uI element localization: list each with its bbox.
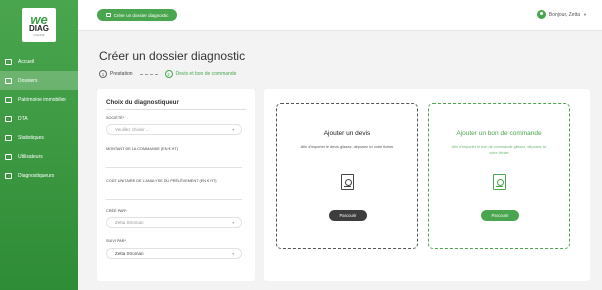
add-folder-icon [105, 13, 111, 17]
user-greeting: Bonjour, Zetta [548, 11, 581, 18]
document-icon [5, 115, 12, 122]
step-2-number: 2 [164, 70, 173, 78]
sidebar-item-accueil[interactable]: Accueil [0, 52, 78, 71]
sidebar-item-diagnostiqueurs[interactable]: Diagnostiqueurs [0, 166, 78, 185]
sidebar-item-dta[interactable]: DTA [0, 109, 78, 128]
sidebar: we DIAG ONLINE Accueil Dossiers Patrimoi… [0, 0, 78, 290]
sidebar-item-dossiers[interactable]: Dossiers [0, 71, 78, 90]
stats-icon [5, 134, 12, 141]
topbar: Créer un dossier diagnostic Bonjour, Zet… [78, 0, 602, 31]
montant-label: MONTANT DE LA COMMANDE (EN € HT) [106, 147, 179, 151]
chevron-down-icon: ▼ [231, 128, 235, 132]
bon-commande-browse-button[interactable]: Parcourir [481, 210, 519, 221]
societe-label: SOCIÉTÉ* [106, 116, 125, 120]
bon-commande-description: Afin d'importer le bon de commande gliss… [451, 145, 547, 155]
step-1-label[interactable]: Prestation [110, 71, 133, 77]
devis-title: Ajouter un devis [323, 130, 371, 137]
sidebar-item-label: Dossiers [18, 77, 38, 84]
chevron-down-icon: ▼ [231, 252, 235, 256]
logo-text-bottom: DIAG [29, 23, 49, 33]
users-icon [5, 153, 12, 160]
sidebar-item-label: Diagnostiqueurs [18, 172, 55, 179]
diagnostician-icon [5, 172, 12, 179]
cree-par-value: Zetta Stroman [115, 220, 144, 225]
avatar [536, 10, 546, 19]
chevron-down-icon: ▼ [231, 221, 235, 225]
wediag-logo[interactable]: we DIAG ONLINE [22, 8, 56, 42]
form-title: Choix du diagnostiqueur [106, 99, 179, 106]
document-upload-icon [493, 174, 506, 190]
societe-select[interactable]: Veuillez choisir ... ▼ [106, 124, 242, 135]
sidebar-item-label: DTA [18, 115, 28, 122]
sidebar-item-utilisateurs[interactable]: Utilisateurs [0, 147, 78, 166]
step-connector [139, 73, 158, 75]
sidebar-item-label: Statistiques [18, 134, 44, 141]
suivi-par-label: SUIVI PAR* [106, 239, 126, 243]
cree-par-label: CRÉÉ PAR* [106, 209, 127, 213]
suivi-par-select[interactable]: Zetta Stroman ▼ [106, 248, 242, 259]
stepper: 1 Prestation 2 Devis et bon de commande [99, 70, 236, 78]
upload-panel: Ajouter un devis Afin d'importer le devi… [264, 89, 590, 281]
sidebar-item-label: Utilisateurs [18, 153, 43, 160]
sidebar-nav: Accueil Dossiers Patrimoine immobilier D… [0, 52, 78, 185]
cout-label: COÛT UNITAIRE DE L'ANALYSE DU PRÉLÈVEMEN… [106, 179, 217, 183]
societe-placeholder: Veuillez choisir ... [115, 127, 150, 132]
cree-par-select[interactable]: Zetta Stroman ▼ [106, 217, 242, 228]
cout-input[interactable] [106, 199, 242, 200]
building-icon [5, 96, 12, 103]
sidebar-item-label: Patrimoine immobilier [18, 96, 67, 103]
sidebar-item-label: Accueil [18, 58, 35, 65]
devis-dropzone[interactable]: Ajouter un devis Afin d'importer le devi… [276, 103, 418, 249]
suivi-par-value: Zetta Stroman [115, 251, 144, 256]
devis-description: Afin d'importer le devis glissez, dépose… [300, 145, 394, 149]
home-icon [5, 58, 12, 65]
diagnostician-form: Choix du diagnostiqueur SOCIÉTÉ* Veuille… [97, 89, 255, 281]
chevron-down-icon: ▼ [583, 12, 587, 17]
sidebar-item-statistiques[interactable]: Statistiques [0, 128, 78, 147]
logo-text-sub: ONLINE [33, 32, 45, 37]
logo-text-top: we [30, 11, 48, 27]
sidebar-item-patrimoine[interactable]: Patrimoine immobilier [0, 90, 78, 109]
bon-commande-title: Ajouter un bon de commande [456, 130, 542, 137]
document-upload-icon [341, 174, 354, 190]
montant-input[interactable] [106, 167, 242, 168]
user-menu[interactable]: Bonjour, Zetta ▼ [536, 10, 587, 19]
step-2-label[interactable]: Devis et bon de commande [176, 71, 237, 77]
create-dossier-button[interactable]: Créer un dossier diagnostic [97, 9, 177, 21]
bon-commande-dropzone[interactable]: Ajouter un bon de commande Afin d'import… [428, 103, 570, 249]
page-title: Créer un dossier diagnostic [99, 49, 246, 63]
divider [106, 109, 246, 110]
devis-browse-button[interactable]: Parcourir [329, 210, 367, 221]
create-dossier-label: Créer un dossier diagnostic [113, 12, 169, 18]
folder-icon [5, 77, 12, 84]
step-1-number: 1 [99, 70, 107, 78]
